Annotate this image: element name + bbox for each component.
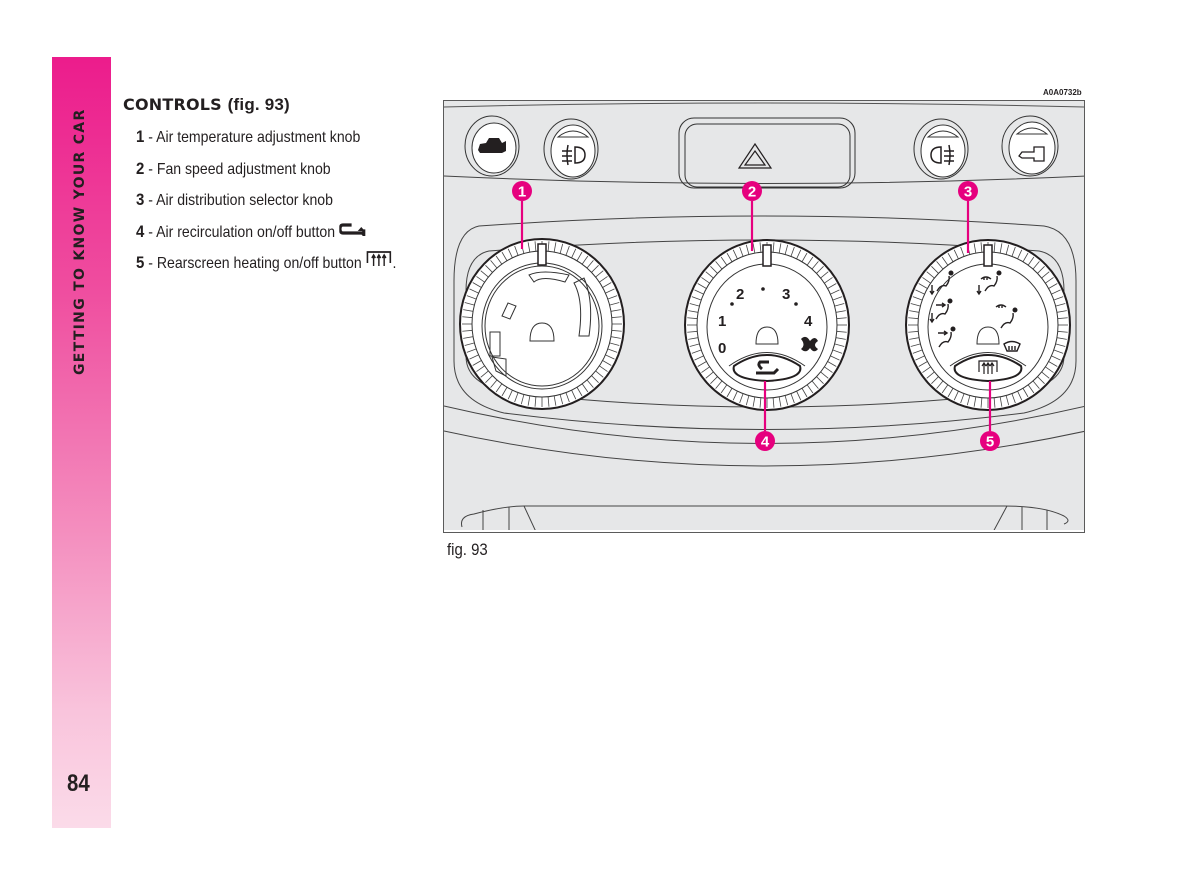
callout-number: 3 bbox=[964, 184, 972, 201]
heading-text: CONTROLS bbox=[123, 95, 222, 114]
fan-speed-dot bbox=[794, 302, 798, 306]
fan-speed-label-1: 1 bbox=[718, 313, 726, 330]
fan-speed-dot bbox=[730, 302, 734, 306]
callout-number: 2 bbox=[748, 184, 756, 201]
item-label: - Air distribution selector knob bbox=[144, 192, 333, 209]
rear-screen-heating-icon bbox=[366, 249, 392, 280]
air-distribution-knob[interactable] bbox=[905, 239, 1071, 411]
lower-strip bbox=[444, 530, 1084, 532]
item-label: - Fan speed adjustment knob bbox=[144, 160, 331, 178]
chapter-sidebar: GETTING TO KNOW YOUR CAR bbox=[52, 57, 111, 828]
boot-release-button[interactable] bbox=[464, 115, 520, 177]
hazard-triangle-icon bbox=[737, 142, 773, 169]
fan-speed-knob[interactable] bbox=[684, 239, 850, 411]
page-number: 84 bbox=[67, 770, 90, 797]
figure-caption: fig. 93 bbox=[447, 540, 488, 559]
knob-indicator-mark bbox=[983, 244, 993, 267]
figure-code: A0A0732b bbox=[1043, 88, 1082, 97]
rear-fog-light-button[interactable] bbox=[913, 118, 969, 180]
lower-console-edge bbox=[461, 505, 1069, 528]
item-label: - Rearscreen heating on/off button bbox=[144, 255, 362, 272]
illustration-svg: 0 1 2 3 4 1 2 34 5 bbox=[444, 102, 1084, 532]
fan-speed-label-2: 2 bbox=[736, 286, 744, 303]
heading-figure-ref: (fig. 93) bbox=[227, 95, 290, 114]
callout-1: 1 bbox=[512, 181, 532, 249]
list-item: 4 - Air recirculation on/off button bbox=[136, 217, 389, 249]
panel-top-edge bbox=[444, 102, 1084, 108]
controls-list: 1 - Air temperature adjustment knob 2 - … bbox=[123, 122, 423, 280]
section-heading: CONTROLS (fig. 93) bbox=[123, 95, 423, 115]
front-fog-lights-button[interactable] bbox=[543, 118, 599, 180]
lower-console-lines bbox=[482, 505, 1048, 532]
list-item: 2 - Fan speed adjustment knob bbox=[136, 154, 389, 186]
list-item: 3 - Air distribution selector knob bbox=[136, 185, 389, 217]
list-item: 5 - Rearscreen heating on/off button. bbox=[136, 248, 396, 280]
hazard-lights-button[interactable] bbox=[678, 117, 856, 189]
callout-number: 5 bbox=[986, 434, 994, 451]
fan-speed-label-3: 3 bbox=[782, 286, 790, 303]
knob-indicator-mark bbox=[762, 244, 772, 267]
recirculation-icon bbox=[338, 217, 366, 248]
callout-number: 4 bbox=[761, 434, 770, 451]
fan-speed-label-4: 4 bbox=[804, 313, 813, 330]
chapter-title: GETTING TO KNOW YOUR CAR bbox=[72, 108, 88, 375]
list-item: 1 - Air temperature adjustment knob bbox=[136, 122, 389, 154]
controls-section: CONTROLS (fig. 93) 1 - Air temperature a… bbox=[123, 95, 423, 280]
callout-number: 1 bbox=[518, 184, 526, 201]
item-label: - Air recirculation on/off button bbox=[144, 223, 336, 241]
panel-contour bbox=[444, 175, 1084, 184]
knob-indicator-mark bbox=[537, 243, 547, 266]
dashboard-controls-illustration: 0 1 2 3 4 1 2 3 4 5 bbox=[443, 100, 1085, 533]
chapter-title-container: GETTING TO KNOW YOUR CAR bbox=[52, 57, 111, 397]
fan-speed-dot bbox=[761, 287, 765, 291]
item-label: - Air temperature adjustment knob bbox=[144, 129, 361, 146]
knob-face bbox=[471, 250, 613, 398]
item-suffix: . bbox=[392, 255, 397, 272]
fan-speed-label-0: 0 bbox=[718, 340, 726, 357]
key-lock-button[interactable] bbox=[1001, 115, 1059, 177]
